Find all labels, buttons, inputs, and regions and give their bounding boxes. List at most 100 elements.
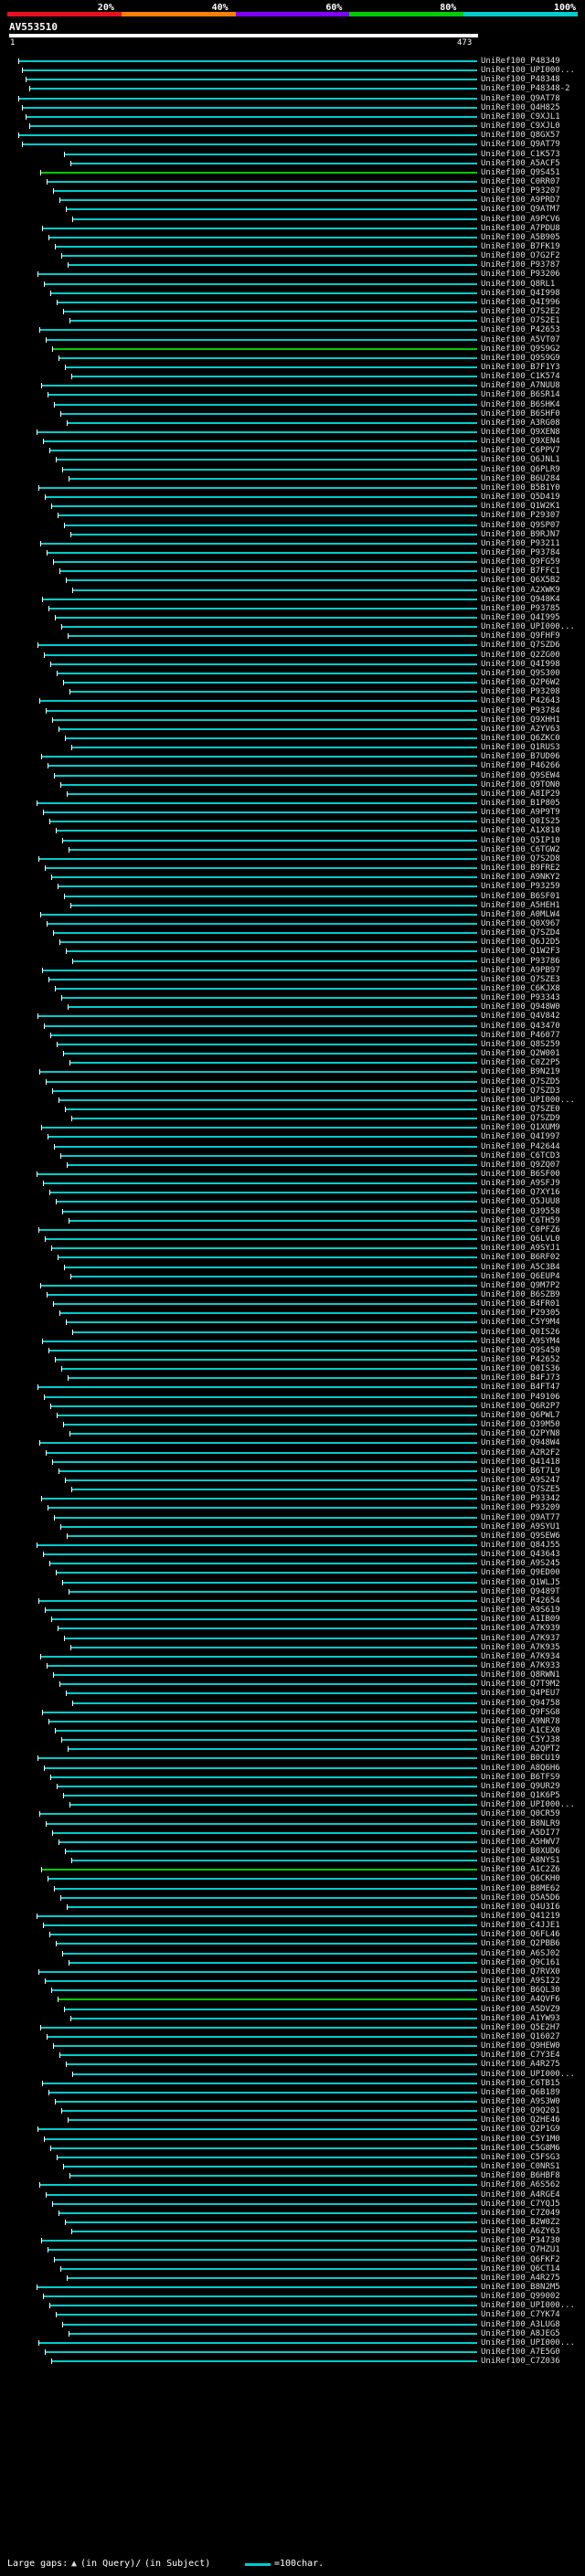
- hit-line[interactable]: [72, 588, 477, 591]
- hit-label[interactable]: UniRef100_Q9AT77: [481, 1513, 560, 1522]
- hit-line[interactable]: [49, 821, 477, 823]
- hit-label[interactable]: UniRef100_Q16027: [481, 2032, 560, 2041]
- hit-line[interactable]: [39, 1442, 477, 1445]
- hit-label[interactable]: UniRef100_C0PFZ6: [481, 1225, 560, 1235]
- hit-label[interactable]: UniRef100_Q9SEW6: [481, 1532, 560, 1541]
- hit-line[interactable]: [63, 1053, 477, 1055]
- hit-label[interactable]: UniRef100_B7FK19: [481, 242, 560, 251]
- hit-line[interactable]: [48, 2091, 477, 2094]
- hit-line[interactable]: [41, 2240, 477, 2242]
- hit-line[interactable]: [42, 1340, 477, 1342]
- hit-line[interactable]: [46, 1451, 477, 1454]
- hit-label[interactable]: UniRef100_Q9UR29: [481, 1782, 560, 1791]
- hit-line[interactable]: [58, 1098, 477, 1101]
- hit-line[interactable]: [45, 2351, 477, 2354]
- hit-line[interactable]: [51, 2360, 477, 2363]
- hit-label[interactable]: UniRef100_B6SF00: [481, 1170, 560, 1179]
- hit-line[interactable]: [70, 1646, 477, 1648]
- hit-label[interactable]: UniRef100_Q0IS36: [481, 1364, 560, 1373]
- hit-line[interactable]: [63, 1795, 477, 1797]
- hit-label[interactable]: UniRef100_Q5E2H7: [481, 2023, 560, 2032]
- hit-line[interactable]: [68, 1377, 477, 1380]
- hit-line[interactable]: [47, 1664, 477, 1667]
- hit-line[interactable]: [66, 2063, 477, 2066]
- hit-label[interactable]: UniRef100_A9SYM4: [481, 1337, 560, 1346]
- hit-label[interactable]: UniRef100_P42644: [481, 1142, 560, 1151]
- hit-label[interactable]: UniRef100_P93206: [481, 270, 560, 279]
- hit-line[interactable]: [72, 2072, 477, 2075]
- hit-label[interactable]: UniRef100_Q4I997: [481, 1132, 560, 1141]
- hit-line[interactable]: [45, 867, 477, 870]
- hit-line[interactable]: [40, 542, 477, 545]
- hit-line[interactable]: [37, 1544, 477, 1546]
- hit-line[interactable]: [52, 2202, 477, 2205]
- hit-label[interactable]: UniRef100_B4FT47: [481, 1383, 560, 1392]
- hit-label[interactable]: UniRef100_Q99002: [481, 2292, 560, 2301]
- hit-label[interactable]: UniRef100_P93259: [481, 882, 560, 891]
- hit-line[interactable]: [65, 1850, 477, 1852]
- hit-line[interactable]: [42, 227, 477, 229]
- hit-line[interactable]: [57, 1414, 477, 1416]
- hit-line[interactable]: [18, 60, 477, 62]
- hit-label[interactable]: UniRef100_Q9S450: [481, 1346, 560, 1355]
- hit-label[interactable]: UniRef100_A9PB97: [481, 966, 560, 975]
- hit-label[interactable]: UniRef100_C7Y3E4: [481, 2051, 560, 2060]
- hit-line[interactable]: [18, 134, 477, 137]
- hit-label[interactable]: UniRef100_A0MLW4: [481, 910, 560, 919]
- hit-label[interactable]: UniRef100_B6SZB9: [481, 1290, 560, 1299]
- hit-line[interactable]: [58, 1256, 477, 1259]
- hit-label[interactable]: UniRef100_Q6B189: [481, 2088, 560, 2097]
- hit-label[interactable]: UniRef100_P34730: [481, 2236, 560, 2245]
- hit-label[interactable]: UniRef100_Q41418: [481, 1458, 560, 1467]
- hit-label[interactable]: UniRef100_B4FR01: [481, 1299, 560, 1309]
- hit-line[interactable]: [71, 2231, 477, 2233]
- hit-label[interactable]: UniRef100_B6HBF8: [481, 2171, 560, 2180]
- hit-line[interactable]: [45, 496, 477, 499]
- hit-line[interactable]: [59, 2054, 477, 2057]
- hit-line[interactable]: [61, 1368, 477, 1371]
- hit-line[interactable]: [55, 1359, 477, 1361]
- hit-line[interactable]: [51, 1247, 477, 1250]
- hit-line[interactable]: [55, 988, 477, 990]
- hit-label[interactable]: UniRef100_A3LUG8: [481, 2320, 560, 2329]
- hit-line[interactable]: [58, 1998, 477, 2001]
- hit-line[interactable]: [70, 1275, 477, 1277]
- hit-line[interactable]: [37, 802, 477, 804]
- hit-line[interactable]: [54, 1887, 477, 1890]
- hit-label[interactable]: UniRef100_Q2W001: [481, 1049, 560, 1058]
- hit-label[interactable]: UniRef100_Q9FHF9: [481, 631, 560, 641]
- hit-label[interactable]: UniRef100_A6ZY63: [481, 2227, 560, 2236]
- hit-line[interactable]: [39, 700, 477, 703]
- hit-label[interactable]: UniRef100_Q9ZQ07: [481, 1161, 560, 1170]
- hit-label[interactable]: UniRef100_A2YV63: [481, 725, 560, 734]
- hit-line[interactable]: [53, 1674, 477, 1677]
- hit-label[interactable]: UniRef100_P93787: [481, 260, 560, 270]
- hit-label[interactable]: UniRef100_C5YJ38: [481, 1735, 560, 1744]
- hit-label[interactable]: UniRef100_Q6JNL1: [481, 455, 560, 464]
- hit-label[interactable]: UniRef100_Q6R2P7: [481, 1402, 560, 1411]
- hit-label[interactable]: UniRef100_A1YW93: [481, 2014, 560, 2023]
- hit-label[interactable]: UniRef100_A6S562: [481, 2180, 560, 2189]
- hit-line[interactable]: [51, 505, 477, 508]
- hit-line[interactable]: [60, 412, 477, 415]
- hit-line[interactable]: [50, 1034, 477, 1036]
- hit-line[interactable]: [51, 1618, 477, 1621]
- hit-label[interactable]: UniRef100_Q4I998: [481, 289, 560, 298]
- hit-label[interactable]: UniRef100_B6TFS9: [481, 1773, 560, 1782]
- hit-line[interactable]: [22, 143, 477, 146]
- hit-label[interactable]: UniRef100_C7YQJ5: [481, 2200, 560, 2209]
- hit-line[interactable]: [53, 2045, 477, 2048]
- hit-label[interactable]: UniRef100_A1IB09: [481, 1615, 560, 1624]
- hit-label[interactable]: UniRef100_C0Z2P5: [481, 1058, 560, 1067]
- hit-label[interactable]: UniRef100_P93342: [481, 1494, 560, 1503]
- hit-line[interactable]: [47, 922, 477, 925]
- hit-line[interactable]: [37, 1015, 477, 1018]
- hit-label[interactable]: UniRef100_Q9SP07: [481, 521, 560, 530]
- hit-line[interactable]: [68, 264, 477, 267]
- hit-label[interactable]: UniRef100_B6RF02: [481, 1253, 560, 1262]
- hit-line[interactable]: [64, 2008, 477, 2010]
- hit-label[interactable]: UniRef100_UPI000...: [481, 2070, 575, 2079]
- hit-label[interactable]: UniRef100_Q7SZE0: [481, 1105, 560, 1114]
- hit-line[interactable]: [29, 125, 477, 128]
- hit-line[interactable]: [48, 1878, 477, 1881]
